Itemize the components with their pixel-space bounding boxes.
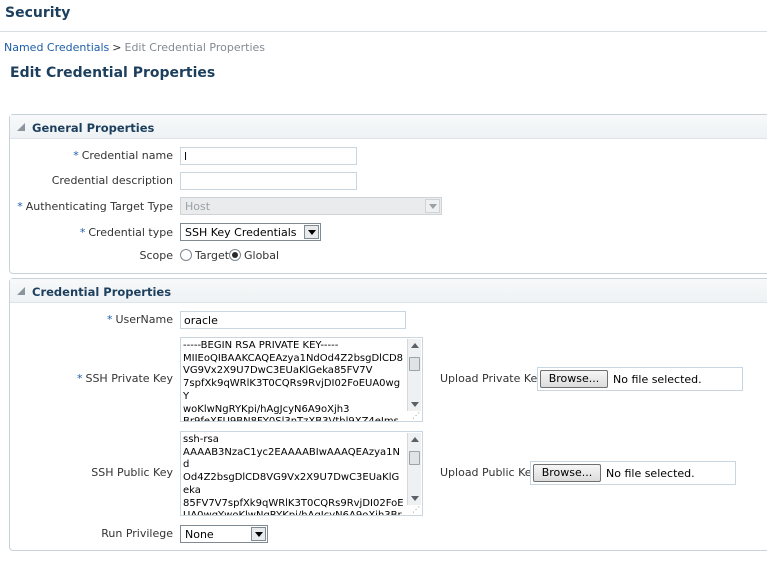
- general-properties-title: General Properties: [32, 121, 155, 135]
- browse-public-key-button[interactable]: Browse...: [533, 464, 601, 482]
- resize-grip-icon[interactable]: ⋰: [412, 506, 420, 514]
- scroll-up-icon[interactable]: [411, 437, 419, 442]
- required-marker: *: [79, 226, 86, 239]
- scope-global-label[interactable]: Global: [244, 249, 279, 262]
- scroll-thumb[interactable]: [409, 357, 420, 371]
- collapse-triangle-icon[interactable]: [17, 123, 25, 131]
- run-privilege-select[interactable]: None: [180, 525, 268, 543]
- scroll-down-icon[interactable]: [411, 402, 419, 407]
- chevron-down-icon: [425, 199, 440, 213]
- credential-type-label-text: Credential type: [88, 226, 173, 239]
- username-input[interactable]: oracle: [180, 311, 406, 329]
- run-privilege-value: None: [185, 528, 214, 541]
- credential-properties-title: Credential Properties: [32, 285, 172, 299]
- general-properties-header[interactable]: General Properties: [10, 115, 767, 139]
- required-marker: *: [17, 200, 23, 213]
- chevron-down-icon[interactable]: [304, 225, 319, 239]
- target-type-label: * Authenticating Target Type: [17, 200, 173, 213]
- scroll-up-icon[interactable]: [411, 343, 419, 348]
- target-type-label-text: Authenticating Target Type: [25, 200, 173, 213]
- credential-name-label: * Credential name: [73, 149, 173, 162]
- page-header: Security: [0, 0, 767, 32]
- scope-target-radio[interactable]: [180, 249, 192, 261]
- upload-private-key-label: Upload Private Key: [440, 372, 544, 385]
- private-key-file-status: No file selected.: [613, 373, 702, 386]
- breadcrumb-link-named-credentials[interactable]: Named Credentials: [4, 41, 109, 54]
- chevron-down-icon[interactable]: [251, 527, 266, 541]
- resize-grip-icon[interactable]: ⋰: [412, 412, 420, 420]
- username-label: * UserName: [107, 313, 173, 326]
- target-type-value: Host: [185, 200, 211, 213]
- username-label-text: UserName: [115, 313, 173, 326]
- target-type-select: Host: [180, 197, 442, 215]
- upload-public-key-field: Browse... No file selected.: [530, 461, 736, 485]
- credential-properties-panel: Credential Properties * UserName oracle *…: [9, 278, 767, 551]
- page-header-title: Security: [5, 5, 71, 21]
- ssh-public-key-text: ssh-rsa AAAAB3NzaC1yc2EAAAABIwAAAQEAzya1…: [183, 434, 404, 516]
- scope-global-radio[interactable]: [229, 249, 241, 261]
- private-key-scrollbar[interactable]: [407, 339, 421, 411]
- credential-description-input[interactable]: [180, 172, 357, 190]
- credential-type-label: * Credential type: [80, 226, 173, 239]
- public-key-file-status: No file selected.: [606, 467, 695, 480]
- credential-description-label: Credential description: [51, 174, 173, 187]
- ssh-private-key-label-text: SSH Private Key: [85, 372, 173, 385]
- credential-type-select[interactable]: SSH Key Credentials: [180, 223, 321, 241]
- upload-public-key-label: Upload Public Key: [440, 466, 539, 479]
- general-properties-panel: General Properties * Credential name l Cr…: [9, 114, 767, 274]
- required-marker: *: [106, 313, 113, 326]
- credential-name-label-text: Credential name: [81, 149, 173, 162]
- breadcrumb-separator: >: [112, 41, 122, 54]
- credential-type-value: SSH Key Credentials: [185, 226, 297, 239]
- scroll-thumb[interactable]: [409, 451, 420, 465]
- ssh-public-key-textarea[interactable]: ssh-rsa AAAAB3NzaC1yc2EAAAABIwAAAQEAzya1…: [180, 431, 423, 516]
- scope-label: Scope: [139, 249, 173, 262]
- scroll-down-icon[interactable]: [411, 496, 419, 501]
- scope-target-label[interactable]: Target: [195, 249, 229, 262]
- upload-private-key-field: Browse... No file selected.: [537, 367, 743, 391]
- run-privilege-label: Run Privilege: [101, 527, 173, 540]
- credential-properties-header[interactable]: Credential Properties: [10, 279, 767, 303]
- browse-private-key-button[interactable]: Browse...: [540, 370, 608, 388]
- collapse-triangle-icon[interactable]: [17, 287, 25, 295]
- breadcrumb: Named Credentials > Edit Credential Proper…: [4, 41, 265, 54]
- page-title: Edit Credential Properties: [10, 65, 216, 81]
- required-marker: *: [73, 149, 79, 162]
- required-marker: *: [76, 372, 83, 385]
- ssh-private-key-textarea[interactable]: -----BEGIN RSA PRIVATE KEY----- MIIEoQIB…: [180, 337, 423, 422]
- ssh-public-key-label: SSH Public Key: [91, 466, 173, 479]
- ssh-private-key-text: -----BEGIN RSA PRIVATE KEY----- MIIEoQIB…: [183, 340, 403, 422]
- public-key-scrollbar[interactable]: [407, 433, 421, 505]
- ssh-private-key-label: * SSH Private Key: [77, 372, 173, 385]
- breadcrumb-current: Edit Credential Properties: [124, 41, 266, 54]
- credential-name-input[interactable]: l: [180, 147, 357, 165]
